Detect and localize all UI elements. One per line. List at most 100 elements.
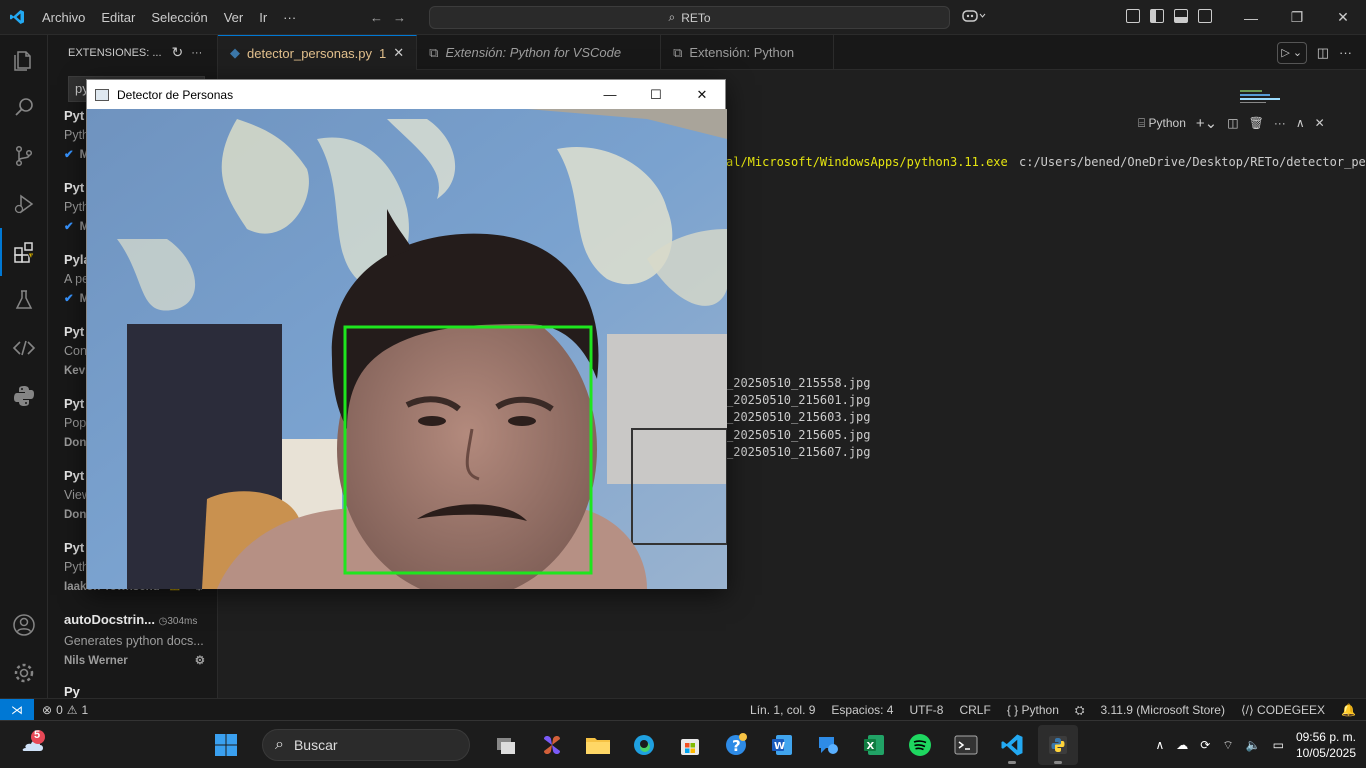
run-debug-icon[interactable] [0, 180, 48, 228]
extension-settings-gear-icon[interactable]: ⚙ [195, 651, 205, 671]
new-terminal-icon[interactable]: +⌄ [1196, 114, 1217, 132]
split-editor-icon[interactable]: ◫ [1317, 45, 1329, 61]
window-controls: — ❐ ✕ [1228, 0, 1366, 35]
clock-time: 09:56 p. m. [1295, 730, 1356, 744]
explorer-icon[interactable] [0, 36, 48, 84]
error-count: 0 [56, 702, 63, 717]
tab-problem-count: 1 [379, 45, 387, 61]
close-icon[interactable]: ✕ [679, 80, 725, 109]
minimize-icon[interactable]: — [587, 80, 633, 109]
microsoft-store-icon[interactable] [670, 725, 710, 765]
maximize-panel-icon[interactable]: ∧ [1296, 116, 1305, 130]
cursor-position[interactable]: Lín. 1, col. 9 [750, 703, 815, 717]
menu-ir[interactable]: Ir [251, 0, 275, 35]
close-icon[interactable]: ✕ [1320, 0, 1366, 35]
command-center-search[interactable]: ⌕ RETo [429, 6, 950, 29]
toggle-panel-icon[interactable] [1174, 9, 1188, 23]
notifications-bell-icon[interactable]: 🔔 [1341, 703, 1356, 717]
terminal-profile[interactable]: ⌸ Python [1138, 116, 1186, 131]
more-actions-icon[interactable]: ··· [1274, 116, 1286, 130]
customize-layout-icon[interactable] [1126, 9, 1140, 23]
extension-item[interactable]: autoDocstrin... ◷304ms Generates python … [48, 606, 217, 678]
menu-editar[interactable]: Editar [93, 0, 143, 35]
copilot-app-icon[interactable] [532, 725, 572, 765]
restore-icon[interactable]: ❐ [1274, 0, 1320, 35]
onedrive-icon[interactable]: ☁ [1176, 738, 1188, 752]
detector-window[interactable]: Detector de Personas — ☐ ✕ [86, 79, 727, 589]
run-python-file-button[interactable]: ▷ ⌄ [1276, 41, 1307, 64]
activation-time: 304ms [167, 616, 198, 627]
tab-detector-personas[interactable]: ◆ detector_personas.py 1 ✕ [218, 35, 418, 70]
close-panel-icon[interactable]: ✕ [1315, 116, 1325, 130]
problems-indicator[interactable]: ⊗ 0 ⚠ 1 [42, 703, 88, 717]
extension-item[interactable]: Py [48, 678, 217, 698]
python-interpreter[interactable]: 3.11.9 (Microsoft Store) [1100, 703, 1225, 717]
svg-text:W: W [774, 741, 785, 752]
tab-extension-python[interactable]: ⧉ Extensión: Python [661, 35, 835, 70]
toggle-sidebar-icon[interactable] [1150, 9, 1164, 23]
tips-icon[interactable]: ? [716, 725, 756, 765]
kill-terminal-icon[interactable]: 🗑 [1249, 116, 1264, 130]
encoding[interactable]: UTF-8 [909, 703, 943, 717]
task-view-icon[interactable] [486, 725, 526, 765]
manage-gear-icon[interactable] [0, 649, 48, 697]
file-explorer-icon[interactable] [578, 725, 618, 765]
extension-publisher: Nils Werner [64, 655, 128, 667]
spotify-icon[interactable] [900, 725, 940, 765]
sidebar-header: EXTENSIONES: ... ↻ ··· [48, 35, 217, 70]
menu-archivo[interactable]: Archivo [34, 0, 93, 35]
search-icon[interactable] [0, 84, 48, 132]
svg-text:X: X [867, 741, 875, 752]
indentation[interactable]: Espacios: 4 [831, 703, 893, 717]
more-actions-icon[interactable]: ··· [1339, 45, 1352, 60]
get-help-icon[interactable] [808, 725, 848, 765]
copilot-icon[interactable] [962, 9, 986, 26]
taskbar-search[interactable]: ⌕ Buscar [262, 729, 470, 761]
split-terminal-icon[interactable]: ◫ [1227, 116, 1238, 130]
taskbar-apps: ⌕ Buscar ? W X [206, 721, 1078, 768]
saved-file-line: _20250510_215601.jpg [726, 393, 871, 407]
battery-icon[interactable]: ▭ [1273, 738, 1284, 752]
menu-more[interactable]: ··· [275, 0, 304, 35]
wifi-icon[interactable]: ⌔ [1222, 738, 1233, 753]
back-arrow-icon[interactable]: ← [370, 10, 383, 25]
remote-indicator-icon[interactable]: ⋊ [0, 698, 34, 721]
start-button-icon[interactable] [206, 725, 246, 765]
weather-widget[interactable]: 5 [18, 729, 48, 759]
line-ending[interactable]: CRLF [959, 703, 990, 717]
accounts-icon[interactable] [0, 601, 48, 649]
testing-icon[interactable] [0, 276, 48, 324]
language-mode[interactable]: { } Python [1007, 703, 1059, 717]
codegeex-status[interactable]: ⟨/⟩ CODEGEEX [1241, 703, 1325, 717]
terminal-app-icon[interactable] [946, 725, 986, 765]
update-icon[interactable]: ⟳ [1200, 738, 1210, 752]
python-taskbar-icon[interactable] [1038, 725, 1078, 765]
minimize-icon[interactable]: — [1228, 0, 1274, 35]
tab-extension-python-for-vscode[interactable]: ⧉ Extensión: Python for VSCode [417, 35, 662, 70]
weather-badge: 5 [34, 729, 41, 741]
remote-explorer-icon[interactable] [0, 324, 48, 372]
language-label: Python [1021, 703, 1059, 717]
volume-icon[interactable]: 🔈 [1246, 738, 1261, 752]
menu-seleccion[interactable]: Selección [143, 0, 215, 35]
word-icon[interactable]: W [762, 725, 802, 765]
copilot-status-icon[interactable]: ⛭ [1075, 703, 1085, 718]
clock[interactable]: 09:56 p. m. 10/05/2025 [1296, 729, 1356, 761]
svg-text:?: ? [732, 737, 741, 755]
show-hidden-icons-icon[interactable]: ∧ [1156, 738, 1165, 752]
toggle-secondary-sidebar-icon[interactable] [1198, 9, 1212, 23]
edge-browser-icon[interactable] [624, 725, 664, 765]
vscode-taskbar-icon[interactable] [992, 725, 1032, 765]
menu-ver[interactable]: Ver [216, 0, 252, 35]
python-icon[interactable] [0, 372, 48, 420]
refresh-icon[interactable]: ↻ [172, 44, 184, 61]
extensions-icon[interactable]: ! [0, 228, 48, 276]
maximize-icon[interactable]: ☐ [633, 80, 679, 109]
forward-arrow-icon[interactable]: → [393, 10, 406, 25]
detector-window-titlebar[interactable]: Detector de Personas — ☐ ✕ [87, 80, 725, 109]
more-actions-icon[interactable]: ··· [191, 47, 202, 59]
excel-icon[interactable]: X [854, 725, 894, 765]
detector-window-controls: — ☐ ✕ [587, 80, 725, 109]
tab-close-icon[interactable]: ✕ [393, 45, 404, 61]
source-control-icon[interactable] [0, 132, 48, 180]
